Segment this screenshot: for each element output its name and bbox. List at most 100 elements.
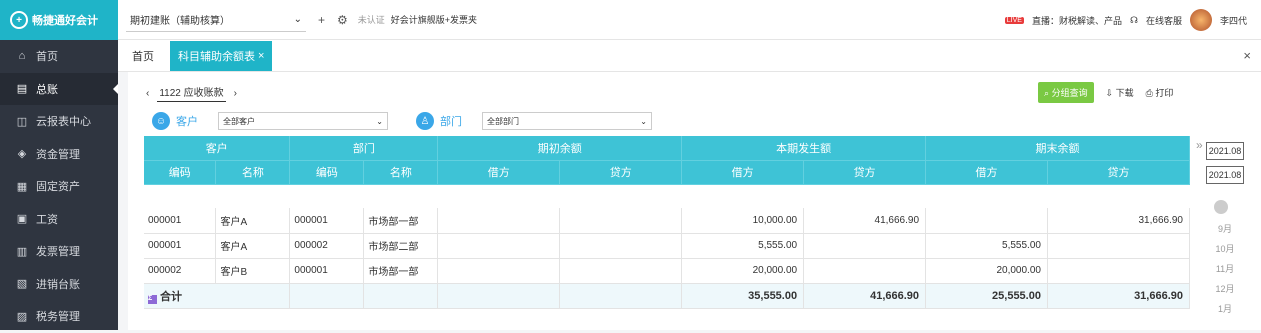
cell: [1047, 258, 1191, 284]
cell: 5,555.00: [925, 233, 1048, 259]
actions: ⌕ 分组查询 ⇩ 下载 ⎙ 打印: [1038, 82, 1173, 103]
total-period-debit: 35,555.00: [681, 283, 805, 309]
total-row: Σ 合计 35,555.00 41,666.90 25,555.00 31,666…: [144, 283, 1191, 309]
live-badge: LIVE: [1004, 16, 1024, 24]
add-icon[interactable]: +: [318, 13, 325, 27]
sidebar-item-label: 税务管理: [36, 311, 80, 324]
user-name[interactable]: 李四代: [1220, 14, 1247, 27]
prev-account-icon[interactable]: ‹: [146, 88, 149, 99]
total-period-credit: 41,666.90: [803, 283, 927, 309]
sidebar-item-funds[interactable]: ◈ 资金管理: [0, 138, 118, 171]
collapse-icon[interactable]: »: [1196, 138, 1203, 152]
sidebar-item-tax[interactable]: ▨ 税务管理: [0, 300, 118, 333]
header-customer: 客户: [144, 136, 291, 161]
cell: 000001: [289, 208, 365, 234]
group-query-button[interactable]: ⌕ 分组查询: [1038, 82, 1094, 103]
sidebar-item-label: 首页: [36, 51, 58, 64]
header-opening: 期初余额: [437, 136, 683, 161]
cell: 5,555.00: [681, 233, 805, 259]
sidebar-item-salary[interactable]: ▣ 工资: [0, 203, 118, 236]
header-dept-name: 名称: [363, 160, 439, 185]
cell: [559, 258, 683, 284]
invoice-icon: ▥: [16, 245, 28, 258]
header-customer-code: 编码: [144, 160, 217, 185]
sidebar-item-invoice[interactable]: ▥ 发票管理: [0, 235, 118, 268]
sidebar-item-reports[interactable]: ◫ 云报表中心: [0, 105, 118, 138]
sidebar-item-stock[interactable]: ▧ 进销台账: [0, 268, 118, 301]
sub-header-row: 编码 名称 编码 名称 借方 贷方 借方 贷方 借方 贷方: [144, 160, 1191, 185]
cell: 客户B: [215, 258, 291, 284]
home-icon: ⌂: [18, 50, 26, 63]
asset-icon: ▦: [16, 180, 28, 193]
total-label-cell: Σ 合计: [144, 283, 291, 309]
cert-status: 未认证: [357, 15, 385, 25]
edition-link[interactable]: 好会计旗舰版+发票夹: [391, 13, 477, 26]
close-icon[interactable]: ×: [1243, 48, 1251, 63]
cell: [559, 208, 683, 234]
sidebar-item-home[interactable]: ⌂ 首页: [0, 40, 118, 73]
month-item[interactable]: 12月: [1210, 282, 1240, 302]
department-value: 全部部门: [487, 116, 519, 126]
tab-aux-balance[interactable]: 科目辅助余额表 ×: [170, 41, 273, 71]
tab-home[interactable]: 首页: [124, 41, 162, 71]
header-opening-debit: 借方: [437, 160, 561, 185]
group-header-row: 客户 部门 期初余额 本期发生额 期末余额: [144, 136, 1190, 161]
stock-icon: ▧: [16, 278, 28, 291]
sidebar-item-label: 云报表中心: [36, 116, 91, 129]
account-set-select[interactable]: 期初建账（辅助核算） ⌄: [126, 8, 306, 32]
table-row[interactable]: 000002 客户B 000001 市场部一部 20,000.00 20,000…: [144, 258, 1191, 284]
header-dept-code: 编码: [289, 160, 365, 185]
aux-balance-table: 客户 部门 期初余额 本期发生额 期末余额 编码 名称 编码 名称 借方 贷方 …: [144, 136, 1191, 309]
print-icon: ⎙: [1145, 88, 1153, 98]
group-query-label: 分组查询: [1051, 88, 1088, 98]
cell: 20,000.00: [925, 258, 1048, 284]
sidebar-item-label: 资金管理: [36, 148, 80, 161]
cell: 20,000.00: [681, 258, 805, 284]
live-link[interactable]: 直播：财税解读、产品: [1032, 14, 1122, 27]
chevron-down-icon: ⌄: [293, 13, 302, 25]
download-icon: ⇩: [1105, 88, 1114, 98]
month-item[interactable]: 1月: [1210, 302, 1240, 322]
headset-icon: ☊: [1129, 14, 1138, 25]
sidebar-item-label: 进销台账: [36, 278, 80, 291]
cell: 31,666.90: [1047, 208, 1191, 234]
customer-select[interactable]: 全部客户 ⌄: [218, 112, 388, 130]
account-select[interactable]: 1122 应收账款: [157, 84, 226, 102]
customer-value: 全部客户: [223, 116, 255, 126]
department-label: 部门: [440, 116, 462, 128]
header-closing-credit: 贷方: [1047, 160, 1191, 185]
cell: [559, 283, 683, 309]
account-set-value: 期初建账（辅助核算）: [130, 15, 230, 27]
spacer-row: [144, 184, 1190, 208]
total-label: 合计: [160, 290, 182, 303]
cell: 客户A: [215, 233, 291, 259]
sidebar-item-assets[interactable]: ▦ 固定资产: [0, 170, 118, 203]
month-item[interactable]: 10月: [1210, 242, 1240, 262]
gear-icon[interactable]: ⚙: [337, 13, 348, 27]
cell: 10,000.00: [681, 208, 805, 234]
download-button[interactable]: ⇩ 下载: [1106, 86, 1134, 99]
next-account-icon[interactable]: ›: [234, 88, 237, 99]
cell: 000002: [289, 233, 365, 259]
month-item[interactable]: 11月: [1210, 262, 1240, 282]
sidebar-item-label: 总账: [36, 83, 58, 96]
month-list: 9月 10月 11月 12月 1月: [1210, 222, 1240, 322]
print-button[interactable]: ⎙ 打印: [1146, 86, 1174, 99]
table-row[interactable]: 000001 客户A 000001 市场部一部 10,000.00 41,666…: [144, 208, 1191, 234]
month-item[interactable]: 9月: [1210, 222, 1240, 242]
department-icon: ♙: [416, 112, 434, 130]
header-opening-credit: 贷方: [559, 160, 683, 185]
tab-close-icon[interactable]: ×: [255, 50, 264, 62]
table-row[interactable]: 000001 客户A 000002 市场部二部 5,555.00 5,555.0…: [144, 233, 1191, 259]
print-label: 打印: [1155, 88, 1174, 98]
search-icon: ⌕: [1044, 88, 1050, 98]
cell: [437, 258, 561, 284]
period-end[interactable]: 2021.08: [1206, 166, 1244, 184]
sidebar-item-ledger[interactable]: ▤ 总账: [0, 72, 118, 105]
total-closing-debit: 25,555.00: [925, 283, 1048, 309]
department-select[interactable]: 全部部门 ⌄: [482, 112, 652, 130]
period-start[interactable]: 2021.08: [1206, 142, 1244, 160]
service-link[interactable]: 在线客服: [1146, 14, 1182, 27]
avatar[interactable]: [1189, 9, 1212, 31]
scroll-up-icon[interactable]: [1214, 200, 1228, 214]
